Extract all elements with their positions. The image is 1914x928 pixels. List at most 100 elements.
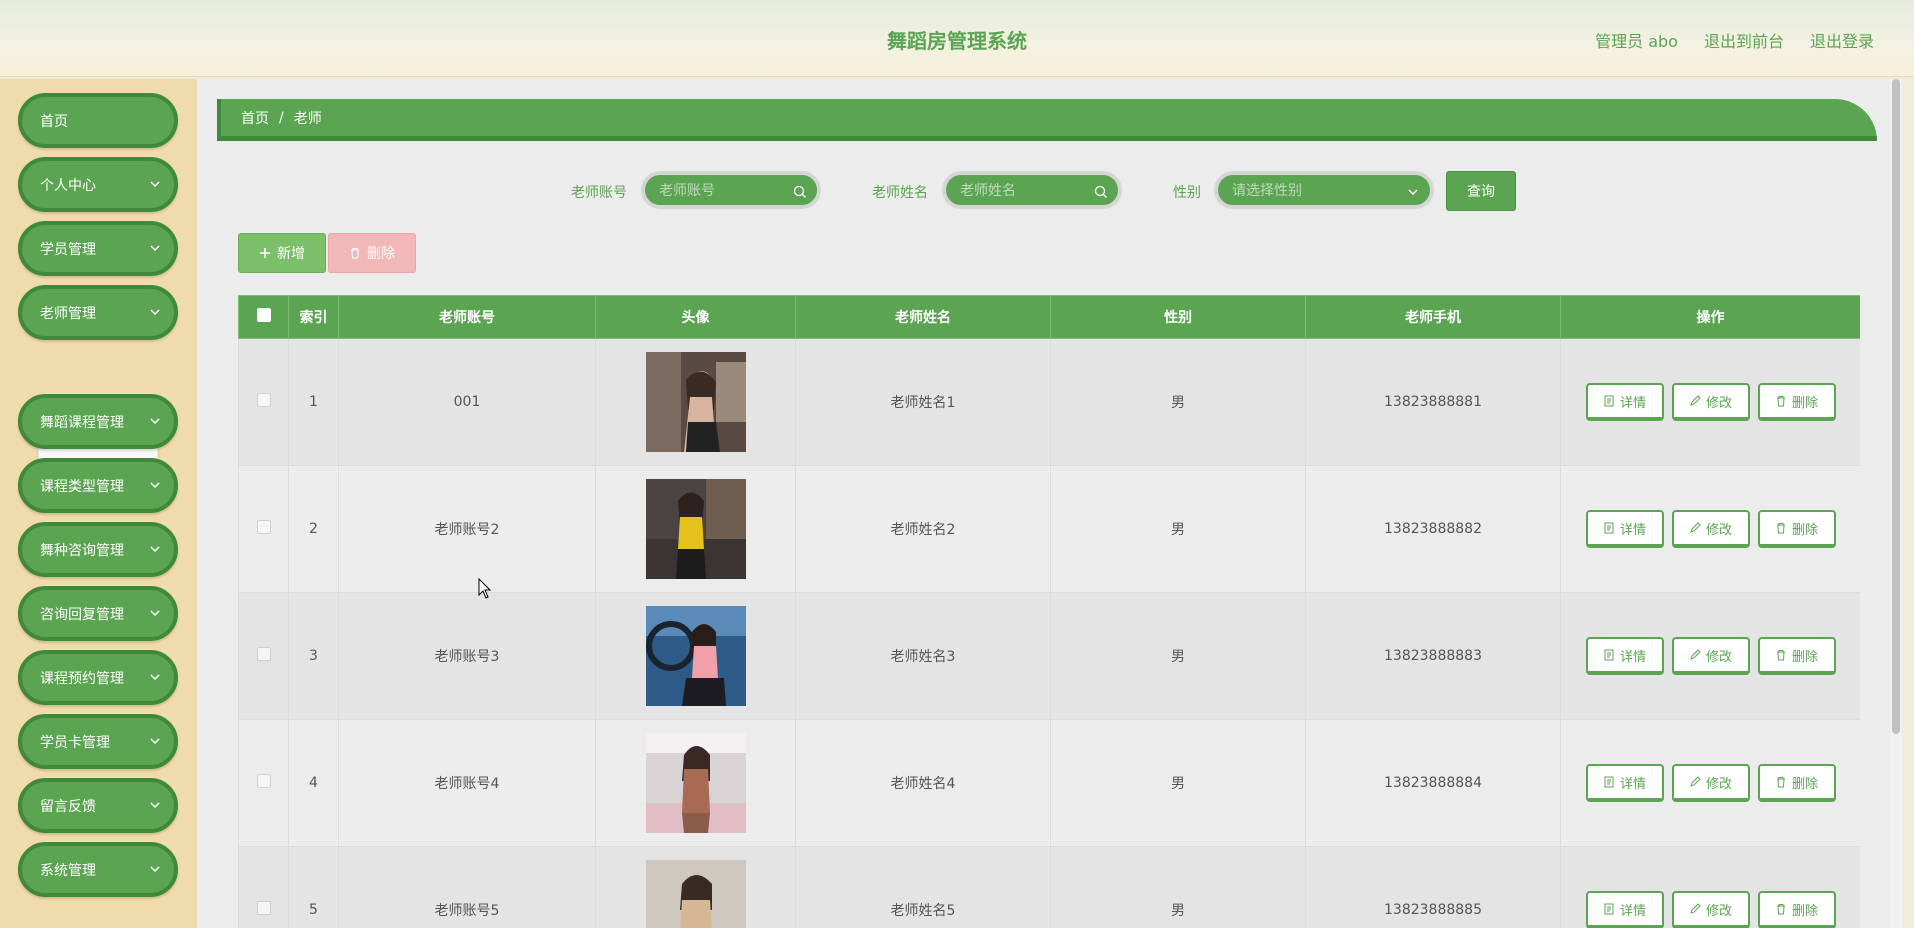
- cell-phone: 13823888882: [1305, 465, 1561, 593]
- sidebar-item-dance-consult[interactable]: 舞种咨询管理: [18, 522, 178, 577]
- trash-icon: [1776, 904, 1785, 915]
- edit-button[interactable]: 修改: [1671, 637, 1750, 675]
- row-checkbox[interactable]: [256, 520, 271, 534]
- query-button[interactable]: 查询: [1446, 171, 1516, 211]
- exit-to-front-link[interactable]: 退出到前台: [1704, 28, 1784, 52]
- scrollbar-thumb[interactable]: [1892, 79, 1900, 734]
- edit-button[interactable]: 修改: [1671, 891, 1750, 928]
- edit-label: 修改: [1705, 522, 1732, 538]
- sidebar-item-system[interactable]: 系统管理: [18, 842, 178, 897]
- header-links: 管理员 abo 退出到前台 退出登录: [1595, 28, 1874, 52]
- delete-button[interactable]: 删除: [1757, 764, 1836, 802]
- detail-button[interactable]: 详情: [1585, 383, 1664, 421]
- chevron-down-icon: [150, 866, 160, 873]
- detail-label: 详情: [1619, 395, 1646, 411]
- teacher-avatar-image[interactable]: [645, 606, 746, 706]
- delete-button[interactable]: 删除: [1757, 637, 1836, 675]
- teacher-table: 索引 老师账号 头像 老师姓名 性别 老师手机 操作 1 001 老师姓名1 男…: [238, 295, 1860, 928]
- teacher-avatar-image[interactable]: [645, 860, 746, 928]
- sidebar-item-feedback[interactable]: 留言反馈: [18, 778, 178, 833]
- logout-link[interactable]: 退出登录: [1810, 28, 1874, 52]
- row-checkbox[interactable]: [256, 901, 271, 915]
- cell-name: 老师姓名3: [795, 592, 1051, 720]
- sidebar-item-course-booking[interactable]: 课程预约管理: [18, 650, 178, 705]
- delete-button[interactable]: 删除: [1757, 510, 1836, 548]
- chevron-down-icon: [1408, 189, 1418, 196]
- cell-avatar: [595, 465, 796, 593]
- edit-label: 修改: [1705, 776, 1732, 792]
- breadcrumb-separator: /: [279, 109, 284, 126]
- teacher-avatar-image[interactable]: [645, 733, 746, 833]
- teacher-avatar-image[interactable]: [645, 352, 746, 452]
- cell-phone: 13823888883: [1305, 592, 1561, 720]
- pencil-icon: [1690, 776, 1701, 787]
- sidebar-item-course-types[interactable]: 课程类型管理: [18, 458, 178, 513]
- trash-icon: [1776, 396, 1785, 407]
- name-search-input[interactable]: 老师姓名: [942, 171, 1122, 209]
- admin-user-label[interactable]: 管理员 abo: [1595, 28, 1678, 52]
- delete-label: 删除: [1791, 522, 1818, 538]
- sidebar-item-consult-reply[interactable]: 咨询回复管理: [18, 586, 178, 641]
- sidebar-item-home[interactable]: 首页: [18, 93, 178, 148]
- cell-index: 3: [288, 592, 339, 720]
- sidebar-item-personal-center[interactable]: 个人中心: [18, 157, 178, 212]
- sidebar-item-label: 系统管理: [40, 862, 96, 879]
- detail-button[interactable]: 详情: [1585, 764, 1664, 802]
- table-row: 3 老师账号3 老师姓名3 男 13823888883 详情 修改 删除: [238, 592, 1860, 720]
- main-content: 首页 / 老师 老师账号 老师账号 老师姓名 老师姓名 性别 请选择性别 查询 …: [197, 79, 1902, 928]
- row-select-cell: [238, 592, 289, 720]
- plus-icon: [260, 248, 270, 258]
- row-checkbox[interactable]: [256, 393, 271, 407]
- pencil-icon: [1690, 395, 1701, 406]
- row-checkbox[interactable]: [256, 774, 271, 788]
- detail-button[interactable]: 详情: [1585, 637, 1664, 675]
- sidebar-item-students[interactable]: 学员管理: [18, 221, 178, 276]
- account-placeholder: 老师账号: [659, 183, 715, 199]
- detail-label: 详情: [1619, 903, 1646, 919]
- select-all-cell: [238, 295, 289, 339]
- row-checkbox[interactable]: [256, 647, 271, 661]
- document-icon: [1604, 776, 1614, 788]
- sidebar: 首页 个人中心 学员管理 老师管理 老师 舞蹈课程管理 课程类型管理 舞种咨询管…: [0, 79, 197, 928]
- edit-label: 修改: [1705, 903, 1732, 919]
- detail-button[interactable]: 详情: [1585, 891, 1664, 928]
- cell-avatar: [595, 846, 796, 928]
- add-button[interactable]: 新增: [238, 233, 326, 273]
- detail-button[interactable]: 详情: [1585, 510, 1664, 548]
- account-search-input[interactable]: 老师账号: [641, 171, 821, 209]
- breadcrumb: 首页 / 老师: [217, 99, 1877, 141]
- sidebar-item-dance-courses[interactable]: 舞蹈课程管理: [18, 394, 178, 449]
- edit-button[interactable]: 修改: [1671, 383, 1750, 421]
- cell-gender: 男: [1050, 338, 1306, 466]
- document-icon: [1604, 522, 1614, 534]
- row-select-cell: [238, 338, 289, 466]
- table-row: 1 001 老师姓名1 男 13823888881 详情 修改 删除: [238, 338, 1860, 466]
- breadcrumb-home[interactable]: 首页: [241, 108, 269, 128]
- cell-gender: 男: [1050, 719, 1306, 847]
- batch-delete-button[interactable]: 删除: [328, 233, 416, 273]
- delete-button[interactable]: 删除: [1757, 891, 1836, 928]
- trash-icon: [1776, 523, 1785, 534]
- breadcrumb-current: 老师: [293, 110, 322, 127]
- delete-button[interactable]: 删除: [1757, 383, 1836, 421]
- vertical-scrollbar[interactable]: [1890, 79, 1902, 928]
- cell-index: 1: [288, 338, 339, 466]
- select-all-checkbox[interactable]: [256, 308, 271, 322]
- cell-actions: 详情 修改 删除: [1560, 719, 1860, 847]
- pencil-icon: [1690, 649, 1701, 660]
- search-icon: [793, 185, 806, 198]
- sidebar-item-label: 学员管理: [40, 241, 96, 258]
- trash-icon: [1776, 650, 1785, 661]
- gender-select[interactable]: 请选择性别: [1214, 171, 1434, 209]
- chevron-down-icon: [150, 482, 160, 489]
- chevron-down-icon: [150, 546, 160, 553]
- sidebar-item-student-cards[interactable]: 学员卡管理: [18, 714, 178, 769]
- name-placeholder: 老师姓名: [960, 183, 1016, 199]
- cell-actions: 详情 修改 删除: [1560, 338, 1860, 466]
- chevron-down-icon: [150, 674, 160, 681]
- edit-button[interactable]: 修改: [1671, 764, 1750, 802]
- sidebar-item-teachers[interactable]: 老师管理: [18, 285, 178, 340]
- edit-button[interactable]: 修改: [1671, 510, 1750, 548]
- teacher-avatar-image[interactable]: [645, 479, 746, 579]
- cell-account: 老师账号4: [338, 719, 596, 847]
